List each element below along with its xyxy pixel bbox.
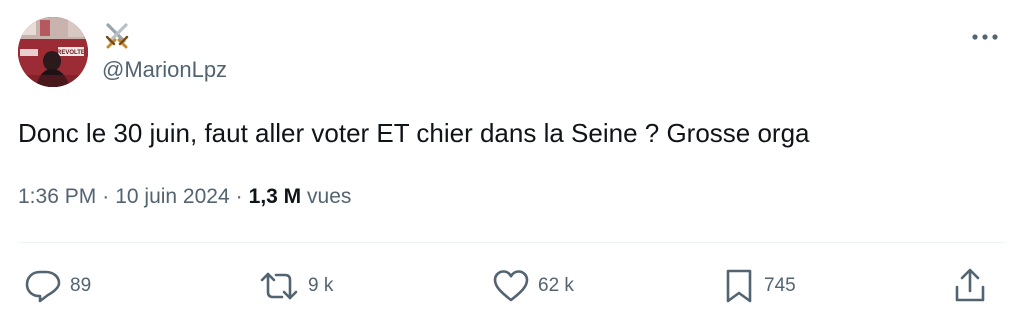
repost-button[interactable]: 9 k [258, 266, 333, 306]
tweet-date[interactable]: 10 juin 2024 [115, 185, 229, 208]
reply-count: 89 [70, 275, 92, 296]
reply-icon [25, 270, 61, 303]
repost-icon [260, 272, 298, 300]
author-handle[interactable]: @MarionLpz [102, 55, 227, 85]
views-label: vues [307, 185, 352, 208]
like-button[interactable]: 62 k [492, 266, 574, 306]
display-name[interactable] [102, 20, 132, 50]
views-count[interactable]: 1,3 M [249, 185, 302, 208]
avatar-sign-text: REVOLTE [57, 50, 85, 56]
like-count: 62 k [538, 275, 574, 296]
heart-icon [493, 270, 529, 302]
more-options-icon[interactable] [968, 22, 1002, 52]
crossed-swords-icon [105, 23, 129, 49]
meta-separator: · [102, 185, 110, 208]
avatar-image: REVOLTE [18, 17, 88, 87]
share-icon [955, 268, 985, 302]
tweet-card: REVOLTE @MarionLpz Donc le 30 juin, faut… [0, 0, 1024, 320]
bookmark-button[interactable]: 745 [722, 266, 796, 306]
share-button[interactable] [952, 266, 988, 306]
bookmark-icon [726, 269, 752, 303]
repost-count: 9 k [308, 275, 334, 296]
tweet-meta: 1:36 PM · 10 juin 2024 · 1,3 M vues [18, 181, 351, 213]
bookmark-count: 745 [764, 275, 796, 296]
tweet-text: Donc le 30 juin, faut aller voter ET chi… [18, 118, 810, 148]
meta-separator: · [235, 185, 243, 208]
avatar[interactable]: REVOLTE [18, 17, 88, 87]
divider [18, 242, 1006, 243]
reply-button[interactable]: 89 [24, 266, 91, 306]
tweet-time[interactable]: 1:36 PM [18, 185, 96, 208]
